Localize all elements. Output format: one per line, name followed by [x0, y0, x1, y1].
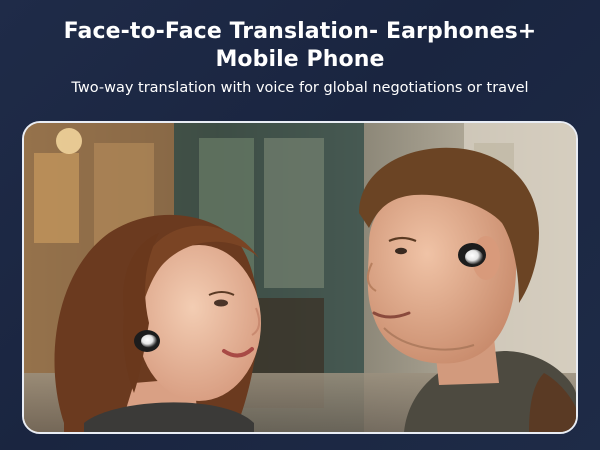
banner-title-line-1: Face-to-Face Translation- Earphones+ — [63, 19, 537, 44]
photo-illustration — [24, 123, 576, 432]
banner-subtitle: Two-way translation with voice for globa… — [71, 80, 529, 96]
banner-title: Face-to-Face Translation- Earphones+ Mob… — [0, 18, 600, 74]
lamp-glow — [56, 128, 82, 154]
product-photo — [22, 121, 578, 434]
banner-title-line-2: Mobile Phone — [215, 47, 385, 72]
banner-header: Face-to-Face Translation- Earphones+ Mob… — [0, 18, 600, 98]
